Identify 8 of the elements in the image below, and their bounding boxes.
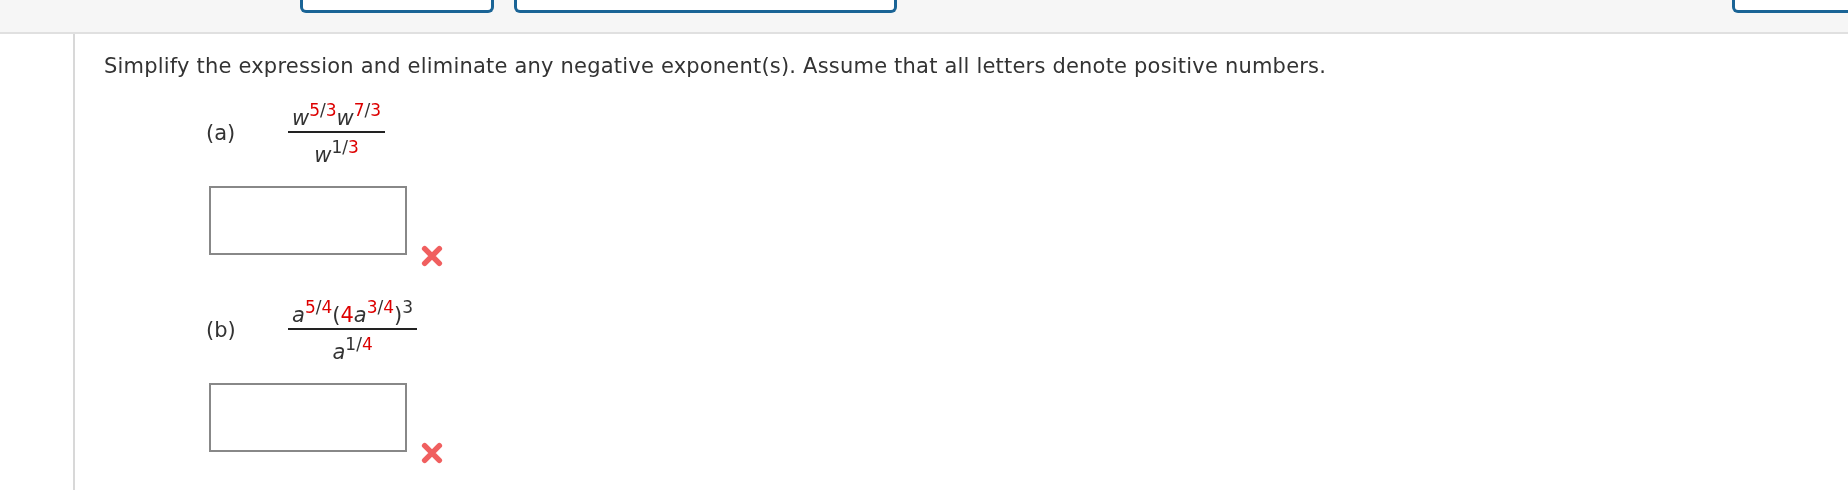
button-frame[interactable]: [300, 0, 494, 13]
button-frame[interactable]: [514, 0, 897, 13]
answer-field[interactable]: [209, 186, 407, 255]
button-frame[interactable]: [1732, 0, 1848, 13]
part-label: (a): [206, 121, 237, 145]
instruction-text: Simplify the expression and eliminate any negative exponent(s). Assume that all letters denote positive numbers.: [104, 54, 1328, 78]
answer-field[interactable]: [209, 383, 407, 452]
part-label: (b): [206, 318, 237, 342]
